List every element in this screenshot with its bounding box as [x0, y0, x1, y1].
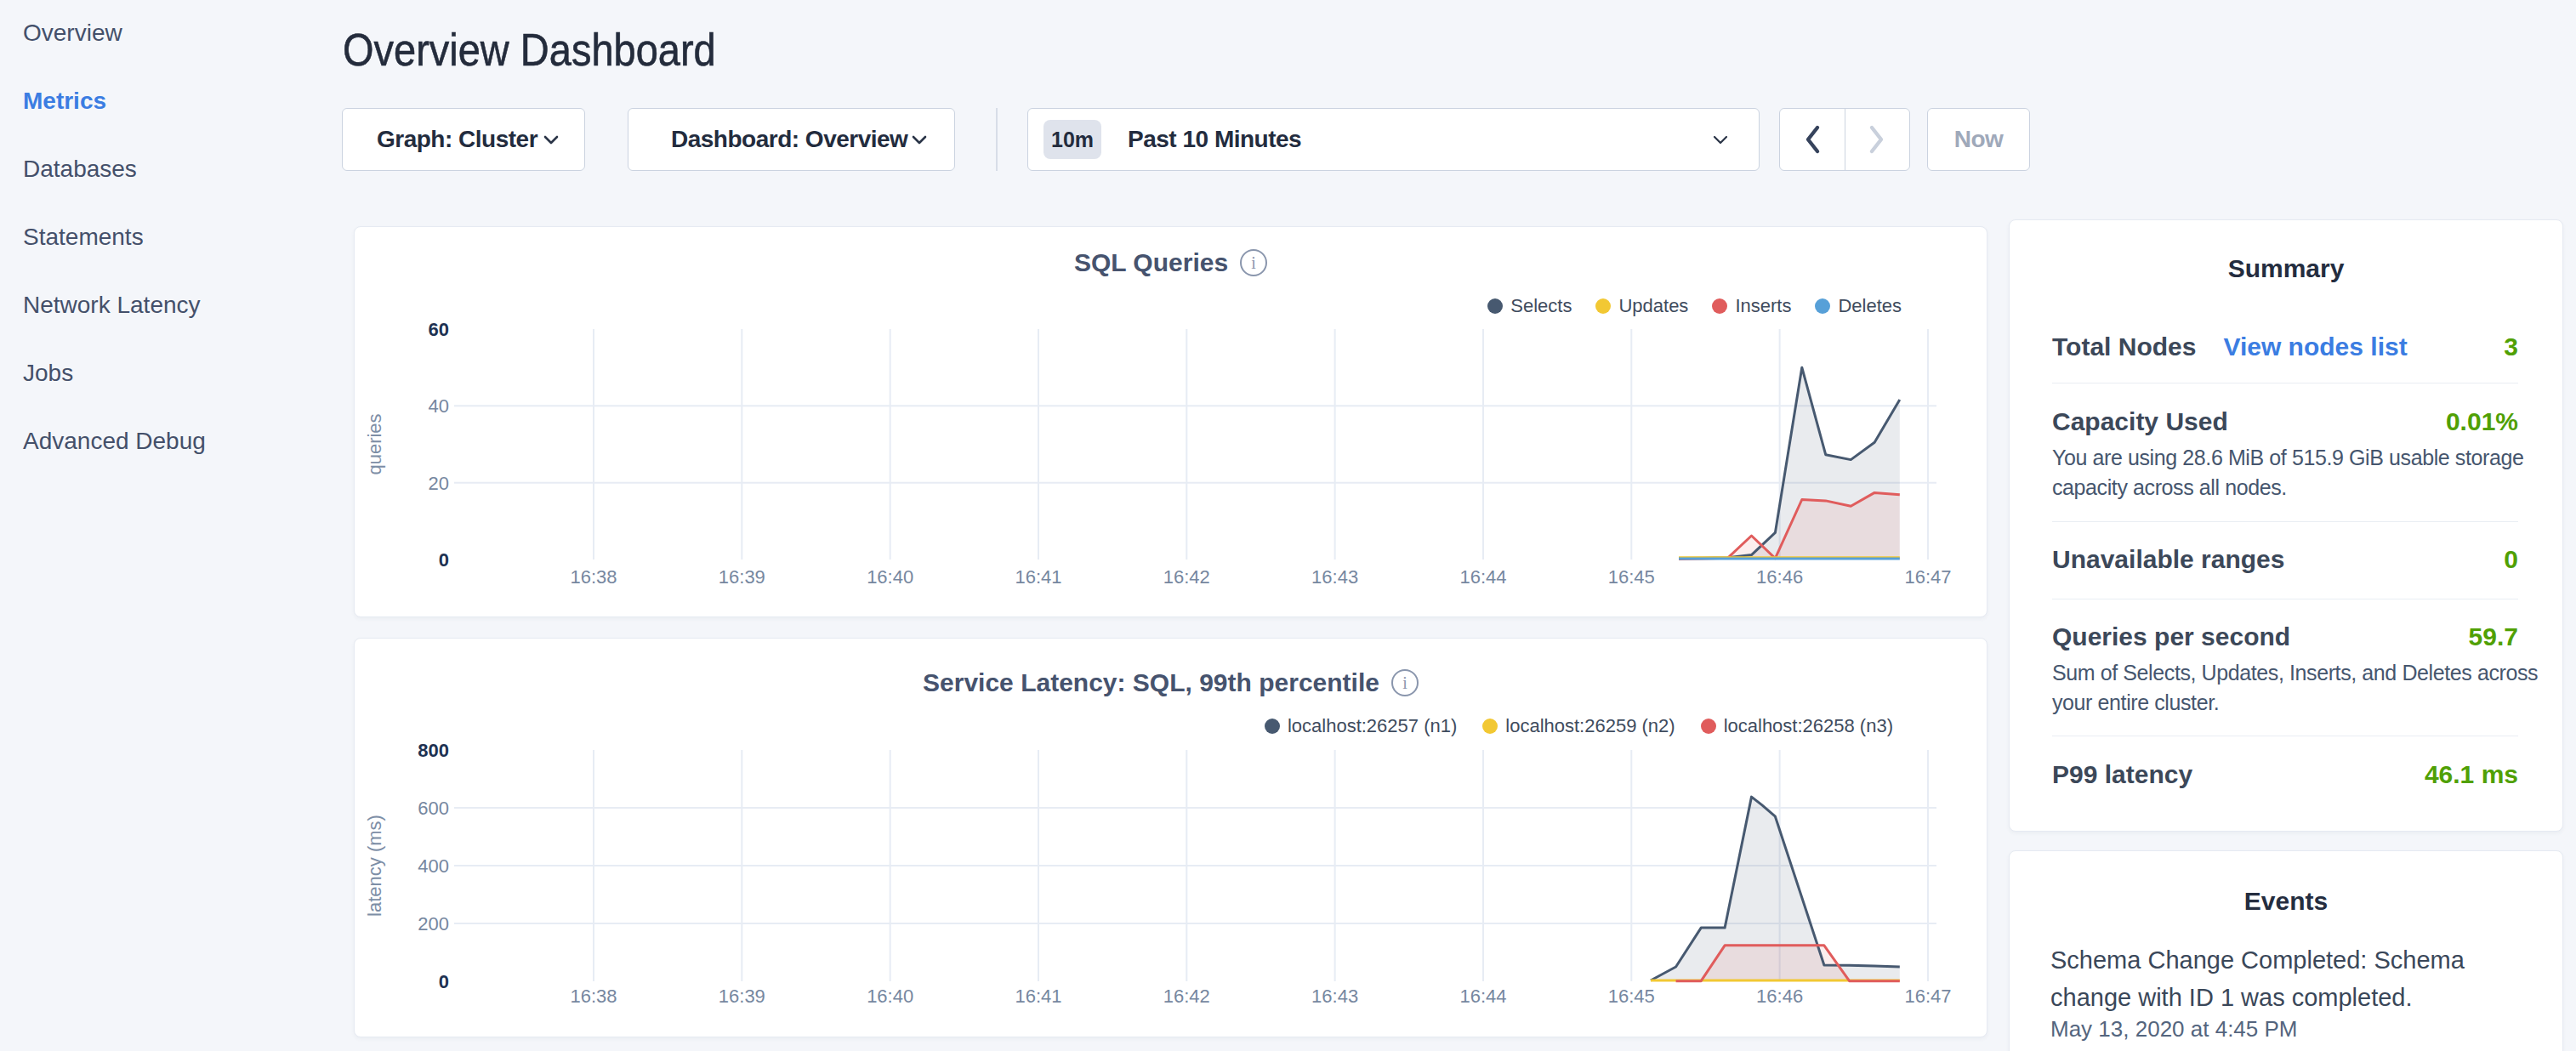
qps-value: 59.7: [2469, 622, 2518, 651]
summary-heading: Summary: [2010, 254, 2562, 283]
unavailable-ranges-label: Unavailable ranges: [2052, 545, 2284, 574]
divider: [2052, 521, 2518, 522]
svg-text:16:40: 16:40: [867, 566, 913, 588]
sidebar-item-databases[interactable]: Databases: [23, 156, 137, 183]
svg-text:16:46: 16:46: [1756, 986, 1803, 1007]
svg-text:16:47: 16:47: [1904, 566, 1951, 588]
view-nodes-list-link[interactable]: View nodes list: [2223, 332, 2407, 361]
qps-label: Queries per second: [2052, 622, 2290, 651]
sidebar-item-metrics[interactable]: Metrics: [23, 88, 106, 115]
chevron-left-icon: [1801, 123, 1823, 156]
sidebar-item-network-latency[interactable]: Network Latency: [23, 292, 201, 319]
summary-row-capacity: Capacity Used 0.01%: [2052, 407, 2518, 436]
time-step-buttons: [1779, 108, 1910, 171]
graph-scope-label: Graph: Cluster: [377, 126, 537, 153]
svg-text:16:39: 16:39: [719, 986, 765, 1007]
svg-text:40: 40: [429, 395, 449, 417]
svg-text:queries: queries: [364, 413, 385, 474]
now-button-label: Now: [1954, 126, 2004, 153]
time-range-badge: 10m: [1043, 120, 1101, 159]
page-title: Overview Dashboard: [343, 23, 716, 76]
svg-text:20: 20: [429, 473, 449, 494]
sidebar-item-advanced-debug[interactable]: Advanced Debug: [23, 428, 206, 455]
p99-latency-value: 46.1 ms: [2425, 760, 2518, 789]
total-nodes-value: 3: [2504, 332, 2518, 361]
db-console-page: Overview Metrics Databases Statements Networ…: [0, 0, 2576, 1051]
sql-queries-chart-card: SQL Queries i SelectsUpdatesInsertsDelet…: [354, 226, 1987, 617]
sidebar-item-statements[interactable]: Statements: [23, 224, 144, 251]
chevron-right-icon: [1866, 123, 1888, 156]
svg-text:16:45: 16:45: [1608, 566, 1655, 588]
qps-description: Sum of Selects, Updates, Inserts, and De…: [2052, 658, 2542, 718]
svg-text:600: 600: [418, 798, 449, 819]
svg-text:60: 60: [429, 319, 449, 340]
events-panel: Events Schema Change Completed: Schema c…: [2009, 850, 2563, 1051]
event-item-timestamp: May 13, 2020 at 4:45 PM: [2050, 1016, 2520, 1042]
svg-text:16:42: 16:42: [1163, 566, 1210, 588]
capacity-used-value: 0.01%: [2446, 407, 2518, 436]
svg-text:16:41: 16:41: [1015, 986, 1061, 1007]
p99-latency-label: P99 latency: [2052, 760, 2192, 789]
summary-row-qps: Queries per second 59.7: [2052, 622, 2518, 651]
svg-text:latency (ms): latency (ms): [364, 815, 385, 917]
svg-text:16:44: 16:44: [1459, 986, 1506, 1007]
svg-text:0: 0: [439, 549, 449, 571]
sidebar-item-jobs[interactable]: Jobs: [23, 360, 73, 387]
summary-row-unavailable: Unavailable ranges 0: [2052, 545, 2518, 574]
svg-text:16:42: 16:42: [1163, 986, 1210, 1007]
svg-text:16:47: 16:47: [1904, 986, 1951, 1007]
sidebar-item-overview[interactable]: Overview: [23, 20, 122, 47]
svg-text:200: 200: [418, 913, 449, 935]
svg-text:16:38: 16:38: [570, 566, 617, 588]
graph-scope-dropdown[interactable]: Graph: Cluster: [342, 108, 585, 171]
svg-text:16:41: 16:41: [1015, 566, 1061, 588]
svg-text:16:46: 16:46: [1756, 566, 1803, 588]
dashboard-dropdown[interactable]: Dashboard: Overview: [628, 108, 955, 171]
capacity-used-label: Capacity Used: [2052, 407, 2228, 436]
events-heading: Events: [2010, 887, 2562, 916]
time-back-button[interactable]: [1780, 109, 1845, 170]
unavailable-ranges-value: 0: [2504, 545, 2518, 574]
svg-text:16:45: 16:45: [1608, 986, 1655, 1007]
capacity-used-description: You are using 28.6 MiB of 515.9 GiB usab…: [2052, 443, 2539, 503]
summary-panel: Summary Total Nodes View nodes list 3 Ca…: [2009, 219, 2563, 832]
chevron-down-icon: [910, 130, 929, 149]
svg-text:16:40: 16:40: [867, 986, 913, 1007]
svg-text:16:44: 16:44: [1459, 566, 1506, 588]
latency-chart[interactable]: 0 200 400 600 800 16:38 16:39 16:40 16:41 16:42 16…: [355, 639, 1988, 1038]
latency-chart-card: Service Latency: SQL, 99th percentile i …: [354, 638, 1987, 1037]
svg-text:16:39: 16:39: [719, 566, 765, 588]
chevron-down-icon: [1711, 130, 1730, 149]
svg-text:400: 400: [418, 855, 449, 877]
total-nodes-label: Total Nodes: [2052, 332, 2196, 361]
svg-text:800: 800: [418, 740, 449, 761]
svg-text:16:43: 16:43: [1311, 566, 1358, 588]
summary-row-p99: P99 latency 46.1 ms: [2052, 760, 2518, 789]
toolbar-divider: [996, 108, 998, 171]
svg-text:0: 0: [439, 971, 449, 992]
sql-queries-chart[interactable]: 0 20 40 60 16:38 16:39 16:40 16:41 16:42 16:43 16:…: [355, 227, 1988, 618]
summary-row-total-nodes: Total Nodes View nodes list 3: [2052, 332, 2518, 361]
svg-text:16:38: 16:38: [570, 986, 617, 1007]
time-range-dropdown[interactable]: 10m Past 10 Minutes: [1027, 108, 1760, 171]
time-forward-button[interactable]: [1845, 109, 1910, 170]
chevron-down-icon: [542, 130, 560, 149]
time-range-label: Past 10 Minutes: [1128, 126, 1711, 153]
svg-text:16:43: 16:43: [1311, 986, 1358, 1007]
now-button[interactable]: Now: [1927, 108, 2030, 171]
dashboard-dropdown-label: Dashboard: Overview: [671, 126, 907, 153]
event-item-text[interactable]: Schema Change Completed: Schema change w…: [2050, 941, 2520, 1016]
